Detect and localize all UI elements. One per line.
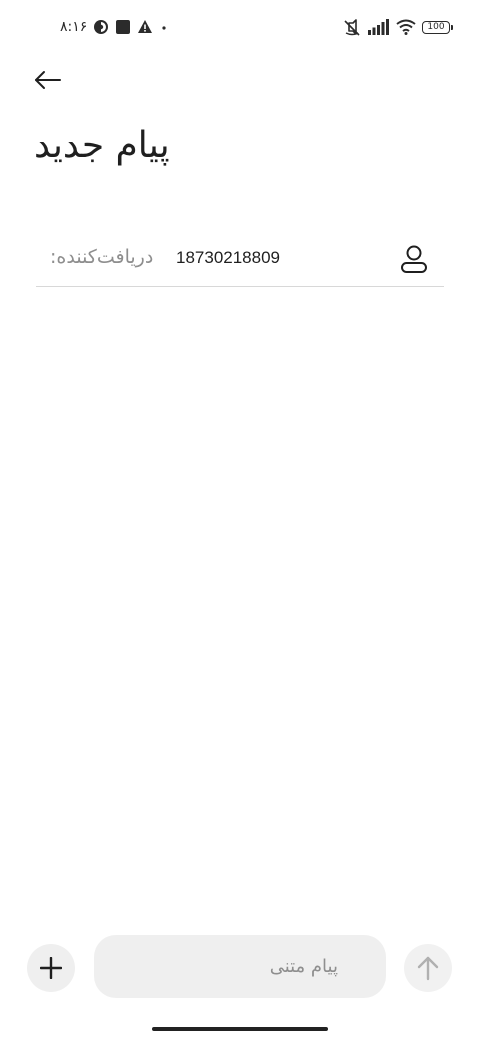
signal-icon [368,19,390,35]
page-title: پیام جدید [34,125,170,166]
dot-icon [159,19,169,35]
arrow-left-icon [34,70,62,90]
back-button[interactable] [30,64,66,96]
recipient-label: دریافت‌کننده: [50,246,154,268]
alert-icon [137,19,153,35]
arrow-up-icon [417,955,439,981]
person-icon [400,244,428,274]
recipient-number[interactable]: 18730218809 [176,248,280,268]
recipient-field[interactable]: دریافت‌کننده: 18730218809 [36,232,444,287]
contact-picker-button[interactable] [398,241,430,277]
mute-icon [342,19,362,36]
vpn-icon [93,19,109,35]
status-time: ۸:۱۶ [60,19,88,35]
status-left: ۸:۱۶ [60,17,169,37]
status-bar: ۸:۱۶ 100 [0,0,480,54]
plus-icon [40,957,62,979]
send-button[interactable] [404,944,452,992]
app-icon [115,19,131,35]
status-right: 100 [342,17,453,37]
add-attachment-button[interactable] [27,944,75,992]
gesture-bar[interactable] [152,1027,328,1031]
message-input[interactable] [94,935,386,998]
wifi-icon [396,19,416,35]
battery-icon: 100 [422,20,453,34]
